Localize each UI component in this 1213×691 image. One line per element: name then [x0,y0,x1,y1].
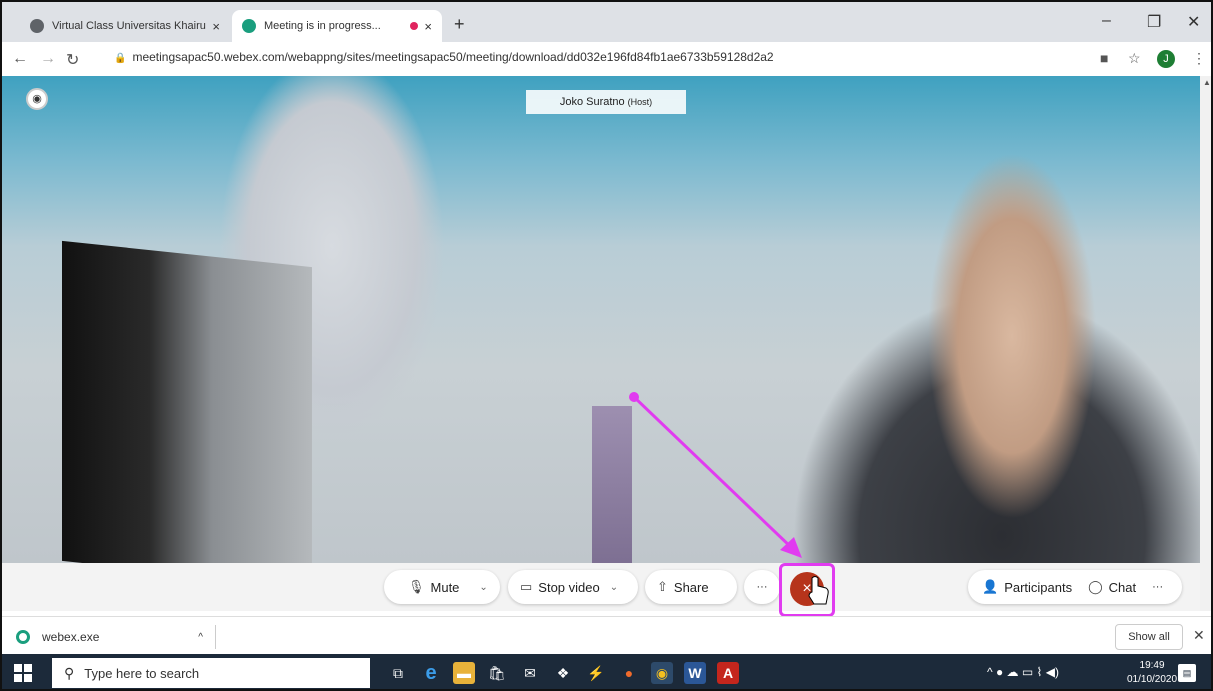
acrobat-icon[interactable]: A [717,662,739,684]
video-column-shape [592,406,632,563]
scroll-up-icon[interactable]: ▲ [1203,78,1211,87]
notification-icon[interactable]: ▤ [1178,664,1196,682]
video-monitor-shape [62,240,312,563]
download-bar: webex.exe ^ Show all ✕ [2,616,1211,655]
right-controls-group: 👤 Participants ◯ Chat ··· [968,570,1182,604]
system-tray[interactable]: ^ ● ☁ ▭ ⌇ ◀) [987,665,1059,679]
webex-icon [16,630,30,644]
close-download-bar-icon[interactable]: ✕ [1193,627,1205,644]
back-icon[interactable]: ← [12,50,28,68]
chrome-icon[interactable]: ◉ [651,662,673,684]
screen: Virtual Class Universitas Khairun × Meet… [0,0,1213,691]
star-icon[interactable]: ☆ [1128,50,1141,67]
address-bar[interactable]: 🔒 meetingsapac50.webex.com/webappng/sites… [114,50,774,64]
firefox-icon[interactable]: ● [618,662,640,684]
host-role: (Host) [627,97,653,107]
tab-meeting[interactable]: Meeting is in progress... × [232,10,442,42]
mail-icon[interactable]: ✉ [519,662,541,684]
clock-date: 01/10/2020 [1127,674,1178,685]
taskbar-search[interactable]: ⚲ Type here to search [52,658,370,688]
host-name-label: Joko Suratno (Host) [526,90,686,114]
microphone-icon: 🎙 [408,579,425,594]
chevron-down-icon[interactable]: ⌄ [479,582,487,593]
close-window-icon[interactable]: ✕ [1187,12,1200,32]
end-button-highlight [779,563,835,617]
participants-button[interactable]: Participants [1004,580,1072,595]
mute-button[interactable]: 🎙 Mute ⌄ [384,570,500,604]
windows-taskbar: ⚲ Type here to search ⧉ e ▬ 🛍 ✉ ❖ ⚡ ● ◉ … [2,654,1211,689]
chat-button[interactable]: Chat [1109,580,1136,595]
reload-icon[interactable]: ↻ [66,50,79,70]
video-camera-icon: ▭ [520,579,533,594]
tab-title: Meeting is in progress... [264,20,381,32]
browser-tab-strip: Virtual Class Universitas Khairun × Meet… [2,2,1211,42]
stop-video-label: Stop video [538,579,600,595]
chevron-up-icon[interactable]: ^ [198,632,203,643]
word-icon[interactable]: W [684,662,706,684]
more-options-button[interactable]: ··· [744,570,780,604]
meeting-info-icon[interactable]: ◉ [26,88,48,110]
clock-time: 19:49 [1139,660,1165,671]
browser-toolbar: ← → ↻ 🔒 meetingsapac50.webex.com/webappng… [2,42,1211,77]
download-item[interactable]: webex.exe ^ [10,625,216,649]
participants-icon: 👤 [982,579,999,594]
windows-start-icon[interactable] [14,664,32,682]
tab-close-icon[interactable]: × [424,19,432,34]
webex-icon [242,19,256,33]
url-text: meetingsapac50.webex.com/webappng/sites/… [132,50,774,64]
edge-icon[interactable]: e [420,662,442,684]
download-file-name: webex.exe [42,630,100,644]
taskbar-clock[interactable]: 19:49 01/10/2020 [1127,659,1177,687]
profile-avatar[interactable]: J [1157,50,1175,68]
mute-label: Mute [430,579,460,595]
search-icon: ⚲ [64,664,75,681]
task-view-icon[interactable]: ⧉ [387,662,409,684]
dropbox-icon[interactable]: ❖ [552,662,574,684]
globe-icon [30,19,44,33]
tab-close-icon[interactable]: × [212,19,220,34]
page-scrollbar[interactable]: ▲ [1200,76,1211,611]
recording-icon [410,22,419,30]
lock-icon: 🔒 [114,53,127,64]
host-name: Joko Suratno [559,96,625,108]
meeting-control-bar: 🎙 Mute ⌄ ▭ Stop video ⌄ ⇧ Share ··· × 👤 … [2,563,1200,611]
menu-icon[interactable]: ⋮ [1192,50,1206,67]
forward-icon[interactable]: → [40,50,56,68]
show-all-button[interactable]: Show all [1115,624,1183,650]
search-placeholder: Type here to search [84,665,200,681]
share-label: Share [673,579,709,595]
share-button[interactable]: ⇧ Share [645,570,737,604]
chat-icon: ◯ [1088,579,1103,594]
meeting-video [2,76,1200,563]
minimize-icon[interactable]: – [1102,12,1111,30]
file-explorer-icon[interactable]: ▬ [453,662,475,684]
chevron-down-icon[interactable]: ⌄ [610,582,618,593]
tab-virtual-class[interactable]: Virtual Class Universitas Khairun × [20,10,230,42]
share-icon: ⇧ [657,579,668,594]
bolt-app-icon[interactable]: ⚡ [585,662,607,684]
stop-video-button[interactable]: ▭ Stop video ⌄ [508,570,638,604]
camera-icon[interactable]: ■ [1100,50,1108,66]
tab-title: Virtual Class Universitas Khairun [52,20,207,32]
restore-icon[interactable]: ❐ [1147,12,1161,32]
more-options-icon[interactable]: ··· [1152,581,1163,593]
store-icon[interactable]: 🛍 [486,662,508,684]
new-tab-button[interactable]: + [454,14,465,35]
